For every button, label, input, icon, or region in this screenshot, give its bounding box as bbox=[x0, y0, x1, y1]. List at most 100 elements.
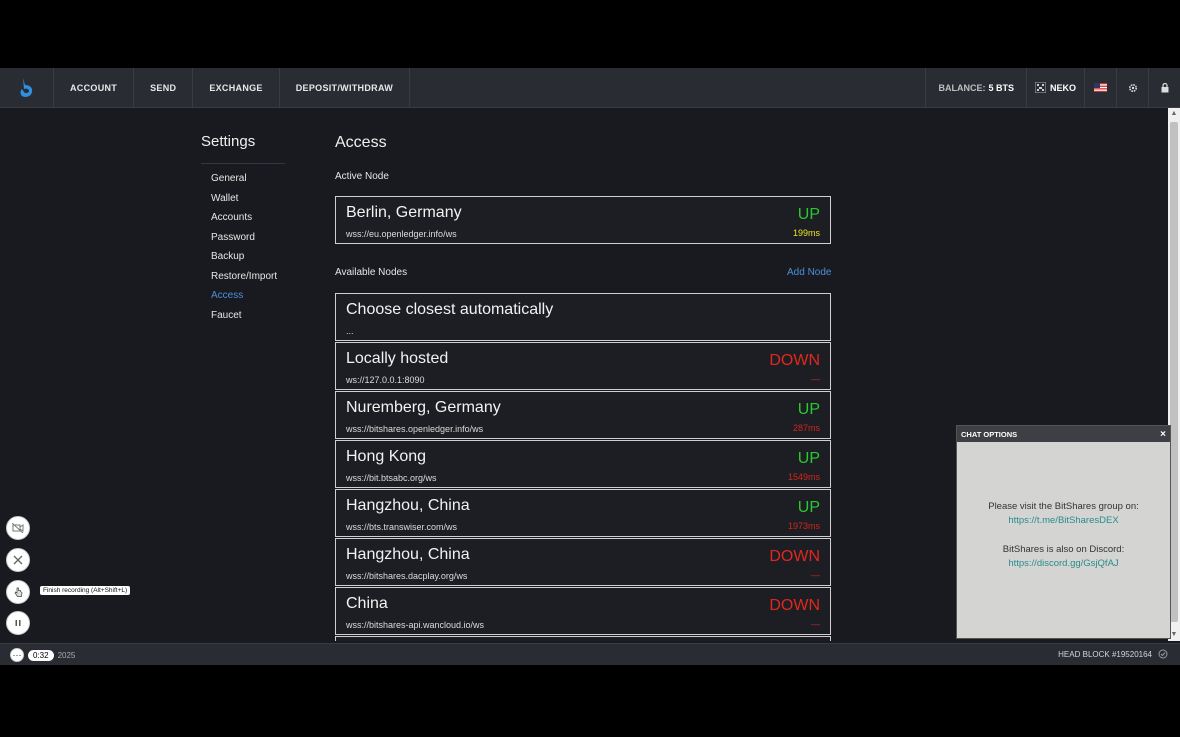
node-row[interactable]: Nuremberg, Germany wss://bitshares.openl… bbox=[335, 391, 831, 439]
hand-pointer-icon bbox=[14, 587, 23, 597]
recording-timer: 0:32 bbox=[28, 649, 54, 661]
add-node-link[interactable]: Add Node bbox=[787, 267, 831, 278]
node-ping: — bbox=[811, 570, 820, 580]
node-ping: — bbox=[811, 374, 820, 384]
node-url: wss://bitshares.openledger.info/ws bbox=[346, 424, 484, 434]
gear-icon bbox=[1128, 83, 1137, 92]
node-name: Hangzhou, China bbox=[346, 546, 470, 563]
footer: ⋯ 0:32 2025 HEAD BLOCK #19520164 bbox=[0, 643, 1180, 665]
chat-options-panel: CHAT OPTIONS × Please visit the BitShare… bbox=[956, 425, 1171, 639]
identicon-icon bbox=[1034, 82, 1046, 93]
logo-icon bbox=[20, 77, 32, 97]
menu-item-password[interactable]: Password bbox=[211, 231, 277, 251]
us-flag-icon bbox=[1094, 83, 1107, 92]
node-status: UP bbox=[797, 206, 820, 223]
chat-body: Please visit the BitShares group on: htt… bbox=[957, 442, 1170, 571]
discord-link[interactable]: https://discord.gg/GsjQfAJ bbox=[957, 557, 1170, 571]
close-icon bbox=[13, 555, 23, 565]
account-selector[interactable]: NEKO bbox=[1025, 68, 1084, 107]
chat-text: BitShares is also on Discord: bbox=[1002, 544, 1125, 555]
node-status: DOWN bbox=[769, 548, 820, 565]
active-node-label: Active Node bbox=[335, 171, 389, 182]
node-ping: 199ms bbox=[792, 228, 820, 238]
node-status: DOWN bbox=[769, 352, 820, 369]
node-name: Choose closest automatically bbox=[346, 301, 554, 318]
menu-item-wallet[interactable]: Wallet bbox=[211, 192, 277, 212]
camera-off-icon bbox=[12, 523, 24, 533]
node-row[interactable]: Hangzhou, China wss://bitshares.dacplay.… bbox=[335, 538, 831, 586]
chat-text: Please visit the BitShares group on: bbox=[988, 501, 1139, 512]
node-name: Nuremberg, Germany bbox=[346, 399, 501, 416]
node-row[interactable] bbox=[335, 636, 831, 641]
pause-icon bbox=[15, 620, 21, 626]
menu-item-backup[interactable]: Backup bbox=[211, 250, 277, 270]
node-name: Hong Kong bbox=[346, 448, 427, 465]
node-ping: 287ms bbox=[792, 423, 820, 433]
connection-check-icon bbox=[1158, 649, 1168, 659]
settings-menu: General Wallet Accounts Password Backup … bbox=[211, 172, 277, 328]
footer-left: ⋯ 0:32 2025 bbox=[10, 648, 75, 662]
camera-off-button[interactable] bbox=[6, 516, 30, 540]
top-nav: ACCOUNT SEND EXCHANGE DEPOSIT/WITHDRAW B… bbox=[0, 68, 1180, 108]
menu-item-access[interactable]: Access bbox=[211, 289, 277, 309]
scroll-thumb[interactable] bbox=[1170, 122, 1178, 622]
telegram-link[interactable]: https://t.me/BitSharesDEX bbox=[957, 514, 1170, 528]
node-url: wss://bitshares.dacplay.org/ws bbox=[346, 571, 468, 581]
node-url: ws://127.0.0.1:8090 bbox=[346, 375, 425, 385]
page-title: Access bbox=[335, 134, 387, 151]
lock-icon bbox=[1161, 82, 1168, 92]
menu-item-faucet[interactable]: Faucet bbox=[211, 309, 277, 329]
node-ping: 1973ms bbox=[787, 521, 820, 531]
app-window: Settings General Wallet Accounts Passwor… bbox=[0, 68, 1180, 665]
node-row[interactable]: China wss://bitshares-api.wancloud.io/ws… bbox=[335, 587, 831, 635]
node-name: Berlin, Germany bbox=[346, 204, 462, 221]
finish-recording-button[interactable] bbox=[6, 580, 30, 604]
node-row[interactable]: Locally hosted ws://127.0.0.1:8090 DOWN … bbox=[335, 342, 831, 390]
close-icon[interactable]: × bbox=[1160, 429, 1166, 440]
menu-item-general[interactable]: General bbox=[211, 172, 277, 192]
language-selector[interactable] bbox=[1084, 68, 1116, 107]
settings-title: Settings bbox=[201, 133, 256, 150]
node-ping: — bbox=[811, 619, 820, 629]
settings-button[interactable] bbox=[1116, 68, 1148, 107]
balance-label: BALANCE: bbox=[938, 82, 986, 93]
chat-header-title: CHAT OPTIONS bbox=[961, 429, 1018, 439]
node-name: Hangzhou, China bbox=[346, 497, 470, 514]
head-block: HEAD BLOCK #19520164 bbox=[1058, 649, 1168, 659]
node-name: Locally hosted bbox=[346, 350, 449, 367]
head-block-label: HEAD BLOCK #19520164 bbox=[1058, 649, 1152, 659]
node-name: China bbox=[346, 595, 388, 612]
active-node-card[interactable]: Berlin, Germany wss://eu.openledger.info… bbox=[335, 196, 831, 244]
scroll-down-arrow-icon[interactable]: ▼ bbox=[1170, 631, 1178, 639]
bitshares-logo[interactable] bbox=[0, 68, 54, 107]
more-icon[interactable]: ⋯ bbox=[10, 648, 24, 662]
scroll-up-arrow-icon[interactable]: ▲ bbox=[1170, 110, 1178, 118]
footer-text: 2025 bbox=[57, 650, 76, 660]
nav-exchange[interactable]: EXCHANGE bbox=[193, 68, 280, 107]
finish-recording-tooltip: Finish recording (Alt+Shift+L) bbox=[40, 586, 131, 595]
node-url: wss://eu.openledger.info/ws bbox=[346, 229, 457, 239]
available-nodes-label: Available Nodes bbox=[335, 267, 408, 278]
menu-item-restore-import[interactable]: Restore/Import bbox=[211, 270, 277, 290]
account-name: NEKO bbox=[1049, 82, 1076, 93]
node-url: wss://bts.transwiser.com/ws bbox=[346, 522, 458, 532]
node-status: DOWN bbox=[769, 597, 820, 614]
node-ping: 1549ms bbox=[787, 472, 820, 482]
node-row[interactable]: Hong Kong wss://bit.btsabc.org/ws UP 154… bbox=[335, 440, 831, 488]
menu-item-accounts[interactable]: Accounts bbox=[211, 211, 277, 231]
nav-account[interactable]: ACCOUNT bbox=[54, 68, 135, 107]
pause-recording-button[interactable] bbox=[6, 611, 30, 635]
cancel-recording-button[interactable] bbox=[6, 548, 30, 572]
nav-deposit-withdraw[interactable]: DEPOSIT/WITHDRAW bbox=[280, 68, 411, 107]
divider bbox=[201, 163, 285, 164]
chat-header: CHAT OPTIONS × bbox=[957, 426, 1170, 442]
node-status: UP bbox=[797, 499, 820, 516]
balance[interactable]: BALANCE: 5 BTS bbox=[925, 68, 1026, 107]
node-row[interactable]: Choose closest automatically ... bbox=[335, 293, 831, 341]
node-row[interactable]: Hangzhou, China wss://bts.transwiser.com… bbox=[335, 489, 831, 537]
lock-button[interactable] bbox=[1148, 68, 1180, 107]
node-url: ... bbox=[346, 326, 354, 336]
nav-send[interactable]: SEND bbox=[134, 68, 194, 107]
node-url: wss://bitshares-api.wancloud.io/ws bbox=[346, 620, 485, 630]
